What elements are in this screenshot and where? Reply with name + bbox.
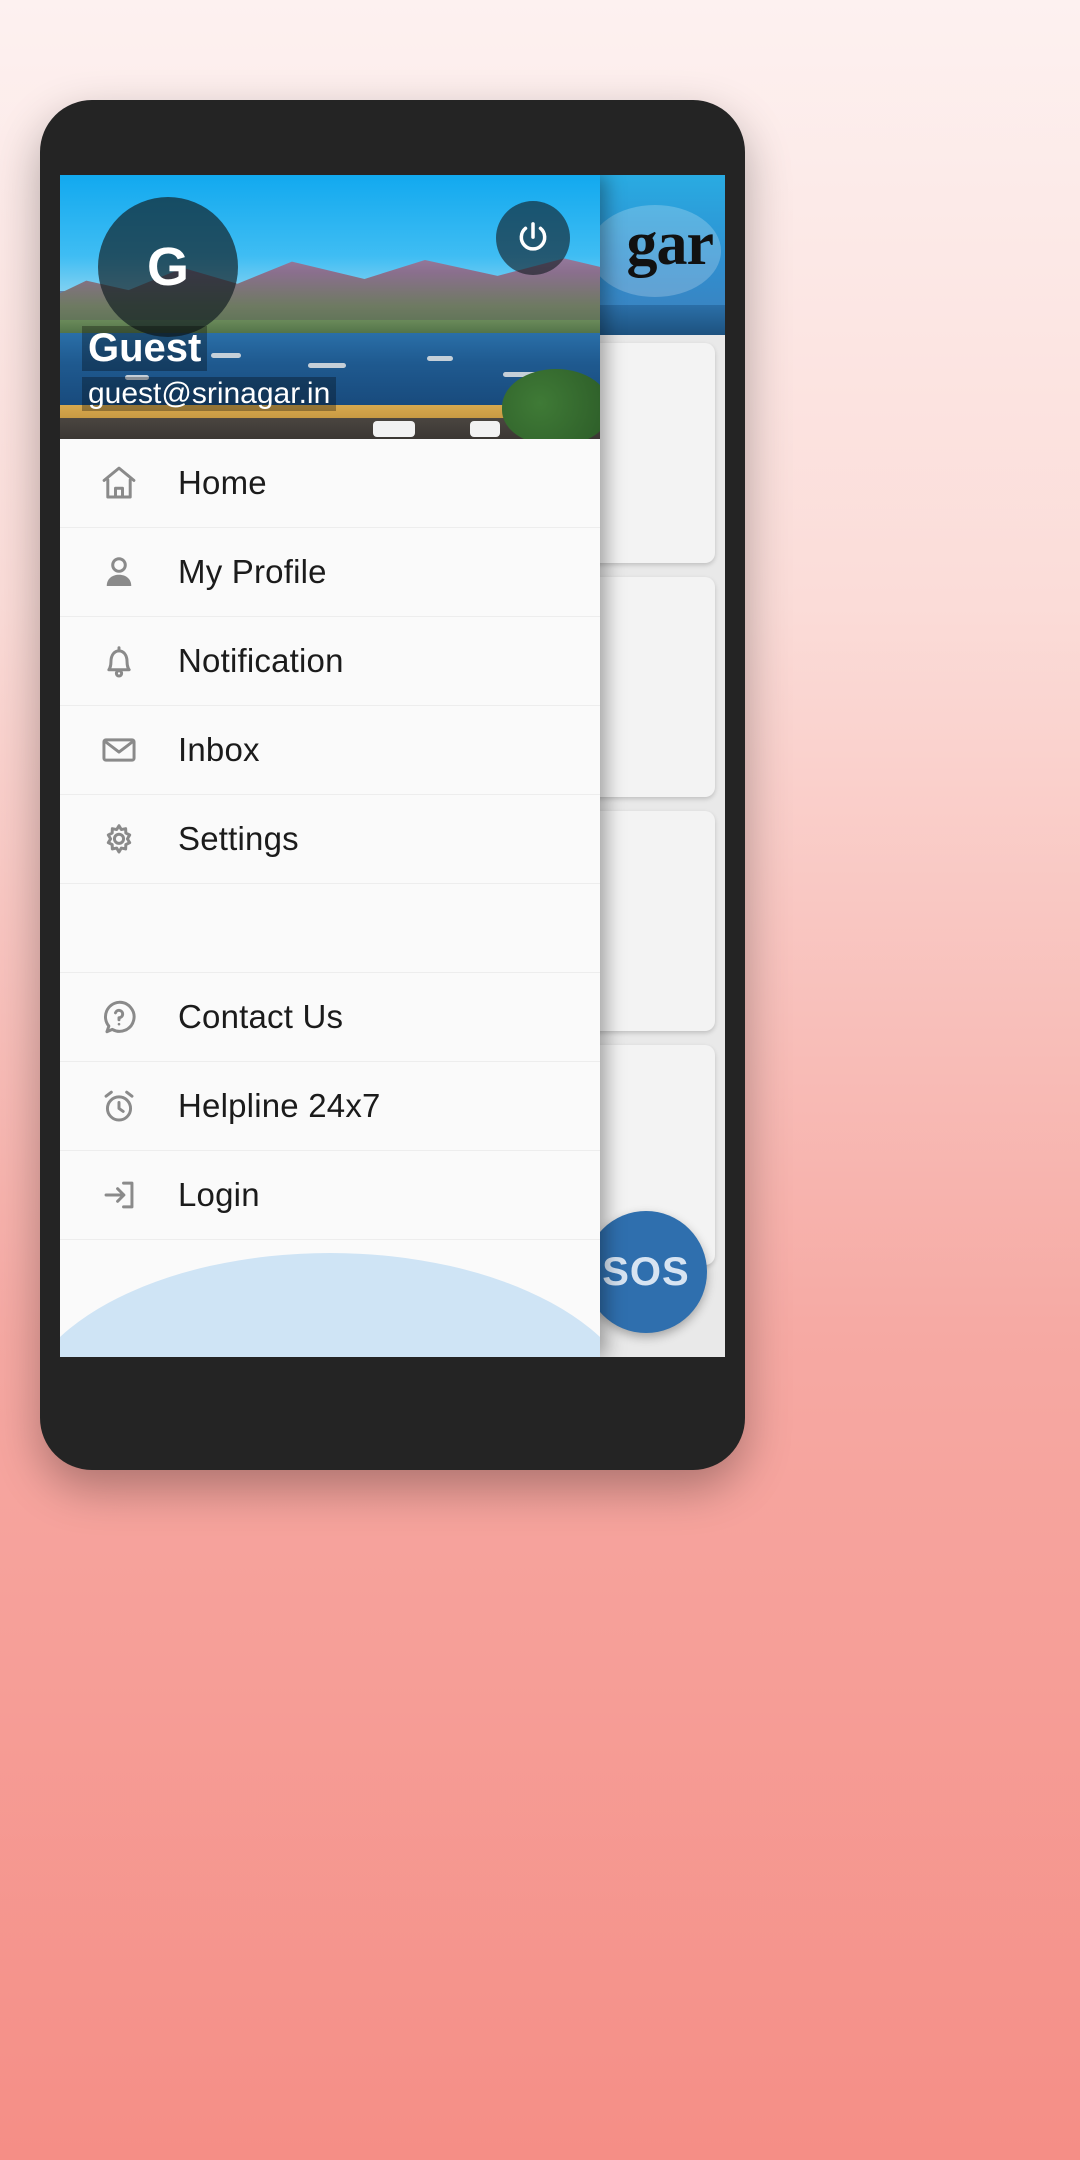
menu-item-my-profile[interactable]: My Profile (60, 528, 600, 617)
menu-item-label: Login (178, 1176, 260, 1213)
menu-item-label: My Profile (178, 553, 327, 590)
power-icon[interactable] (496, 201, 570, 275)
navigation-drawer: G Guest guest@srinagar.in Home My Profil… (60, 175, 600, 1357)
home-icon (60, 462, 178, 504)
app-title: gar (626, 210, 714, 278)
menu-item-helpline[interactable]: Helpline 24x7 (60, 1062, 600, 1151)
alarm-clock-icon (60, 1085, 178, 1127)
menu-item-label: Settings (178, 820, 299, 857)
menu-item-settings[interactable]: Settings (60, 795, 600, 884)
menu-item-contact-us[interactable]: Contact Us (60, 973, 600, 1062)
menu-item-label: Contact Us (178, 998, 344, 1035)
menu-item-inbox[interactable]: Inbox (60, 706, 600, 795)
menu-item-label: Home (178, 464, 267, 501)
user-name: Guest (82, 326, 208, 371)
menu-item-label: Inbox (178, 731, 260, 768)
header-tree (502, 369, 600, 439)
phone-device: gar eather ectricity (40, 100, 745, 1470)
user-email: guest@srinagar.in (82, 377, 337, 411)
menu-item-label: Notification (178, 642, 344, 679)
menu-item-label: Helpline 24x7 (178, 1087, 381, 1124)
gear-icon (60, 818, 178, 860)
phone-screen: gar eather ectricity (60, 175, 725, 1357)
menu-divider-spacer (60, 884, 600, 973)
menu-item-login[interactable]: Login (60, 1151, 600, 1240)
drawer-menu: Home My Profile Notification Inbox Setti… (60, 439, 600, 1357)
drawer-header: G Guest guest@srinagar.in (60, 175, 600, 439)
menu-item-home[interactable]: Home (60, 439, 600, 528)
help-chat-icon (60, 996, 178, 1038)
person-icon (60, 551, 178, 593)
menu-item-notification[interactable]: Notification (60, 617, 600, 706)
mail-icon (60, 729, 178, 771)
bell-icon (60, 640, 178, 682)
avatar[interactable]: G (98, 197, 238, 337)
login-arrow-icon (60, 1174, 178, 1216)
sos-button[interactable]: SOS (585, 1211, 707, 1333)
